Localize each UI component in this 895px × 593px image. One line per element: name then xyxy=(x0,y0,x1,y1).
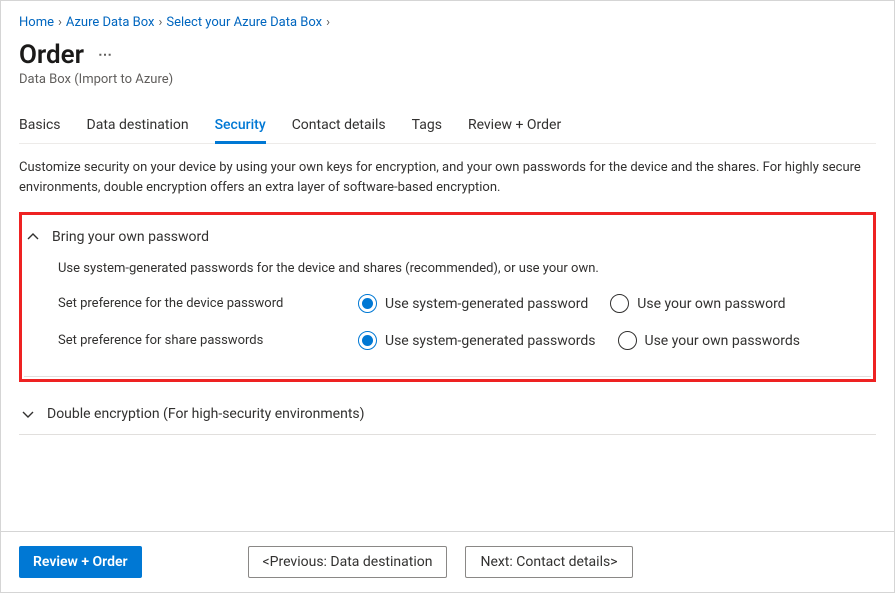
accordion-double-encryption: Double encryption (For high-security env… xyxy=(19,394,876,435)
tab-review-order[interactable]: Review + Order xyxy=(468,111,561,143)
byop-hint: Use system-generated passwords for the d… xyxy=(58,261,861,276)
chevron-down-icon xyxy=(21,408,35,420)
breadcrumb-link-databox[interactable]: Azure Data Box xyxy=(66,15,155,30)
tabs: Basics Data destination Security Contact… xyxy=(19,111,876,144)
pref-device-password-row: Set preference for the device password U… xyxy=(58,294,861,313)
chevron-up-icon xyxy=(26,231,40,243)
radio-device-own[interactable]: Use your own password xyxy=(610,294,785,313)
radio-share-own-label: Use your own passwords xyxy=(645,333,801,349)
pref-device-password-label: Set preference for the device password xyxy=(58,296,358,311)
radio-device-system[interactable]: Use system-generated password xyxy=(358,294,588,313)
page-title-text: Order xyxy=(19,40,84,70)
radio-device-system-label: Use system-generated password xyxy=(385,296,588,312)
breadcrumb-link-home[interactable]: Home xyxy=(19,15,54,30)
tab-data-destination[interactable]: Data destination xyxy=(87,111,189,143)
tab-security[interactable]: Security xyxy=(215,111,266,143)
pref-share-passwords-row: Set preference for share passwords Use s… xyxy=(58,331,861,350)
accordion-header-double[interactable]: Double encryption (For high-security env… xyxy=(19,394,876,434)
accordion-byop: Bring your own password Use system-gener… xyxy=(24,217,871,377)
radio-device-own-label: Use your own password xyxy=(637,296,785,312)
radio-share-system-label: Use system-generated passwords xyxy=(385,333,596,349)
next-button[interactable]: Next: Contact details> xyxy=(465,546,632,578)
tab-description: Customize security on your device by usi… xyxy=(19,158,876,198)
accordion-title-byop: Bring your own password xyxy=(52,229,209,245)
accordion-header-byop[interactable]: Bring your own password xyxy=(24,217,871,257)
tab-contact-details[interactable]: Contact details xyxy=(292,111,386,143)
highlight-box: Bring your own password Use system-gener… xyxy=(19,212,876,382)
tab-basics[interactable]: Basics xyxy=(19,111,61,143)
previous-button[interactable]: <Previous: Data destination xyxy=(248,546,448,578)
radio-share-own[interactable]: Use your own passwords xyxy=(618,331,801,350)
more-icon[interactable]: ⋯ xyxy=(98,47,112,63)
wizard-footer: Review + Order <Previous: Data destinati… xyxy=(1,531,894,592)
page-title: Order ⋯ xyxy=(19,40,876,70)
review-order-button[interactable]: Review + Order xyxy=(19,546,142,578)
chevron-right-icon: › xyxy=(158,15,162,30)
chevron-right-icon: › xyxy=(326,15,330,30)
page-subtitle: Data Box (Import to Azure) xyxy=(19,72,876,87)
breadcrumb-link-select[interactable]: Select your Azure Data Box xyxy=(166,15,322,30)
breadcrumb: Home › Azure Data Box › Select your Azur… xyxy=(19,11,876,30)
accordion-title-double: Double encryption (For high-security env… xyxy=(47,406,365,422)
tab-tags[interactable]: Tags xyxy=(412,111,442,143)
radio-share-system[interactable]: Use system-generated passwords xyxy=(358,331,596,350)
chevron-right-icon: › xyxy=(58,15,62,30)
pref-share-passwords-label: Set preference for share passwords xyxy=(58,333,358,348)
